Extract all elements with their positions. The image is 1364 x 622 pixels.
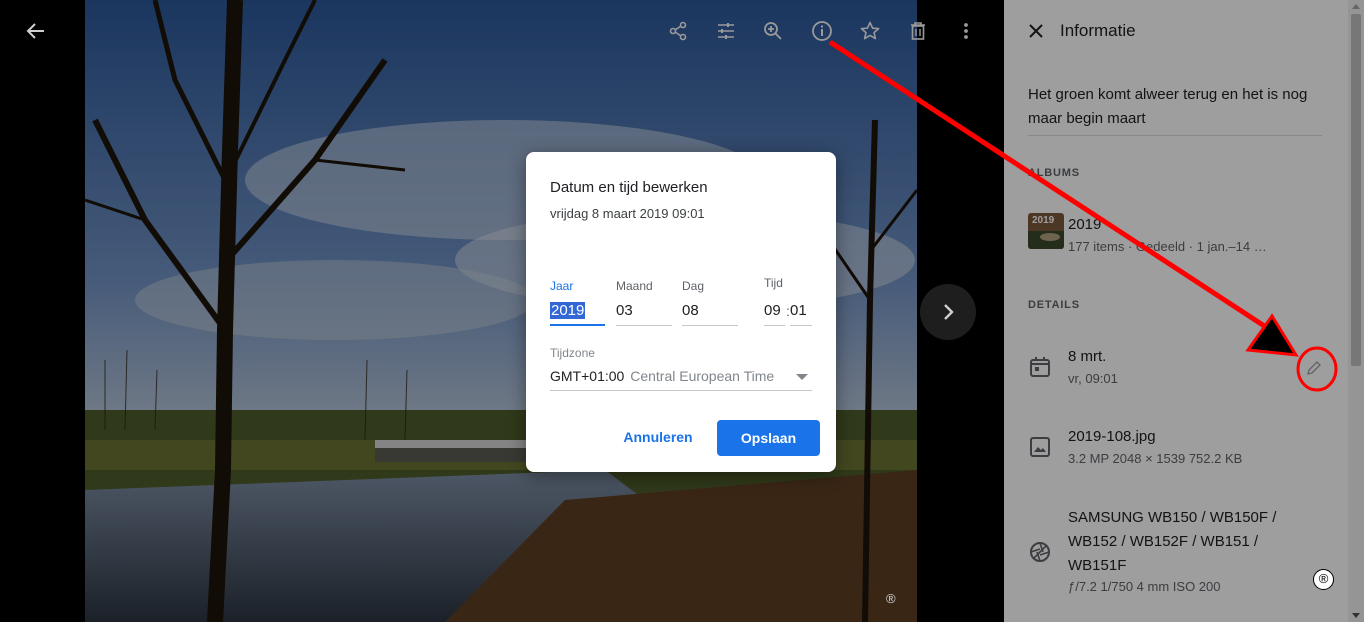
chevron-right-icon (944, 304, 954, 320)
edit-adjust-icon[interactable] (709, 14, 743, 48)
edit-date-time-dialog: Datum en tijd bewerken vrijdag 8 maart 2… (526, 152, 836, 472)
month-field[interactable]: 03 (616, 298, 672, 326)
photo-viewer: ® (0, 0, 1004, 622)
delete-icon[interactable] (901, 14, 935, 48)
registered-mark: ® (1313, 569, 1334, 590)
time-label: Tijd (764, 276, 783, 290)
hour-field[interactable]: 09 (764, 298, 785, 326)
timezone-name: Central European Time (630, 368, 775, 384)
photo-watermark: ® (886, 591, 896, 606)
month-label: Maand (616, 279, 653, 293)
share-icon[interactable] (661, 14, 695, 48)
dialog-title: Datum en tijd bewerken (550, 179, 708, 196)
photo-dim-overlay (0, 0, 1004, 622)
zoom-in-icon[interactable] (756, 14, 790, 48)
timezone-offset: GMT+01:00 (550, 368, 625, 384)
day-label: Dag (682, 279, 705, 293)
timezone-select[interactable]: GMT+01:00 Central European Time (550, 365, 812, 391)
dialog-current-datetime: vrijdag 8 maart 2019 09:01 (550, 206, 705, 221)
next-photo-button[interactable] (920, 284, 976, 340)
dropdown-arrow-icon (796, 374, 808, 380)
minute-field[interactable]: 01 (790, 298, 812, 326)
more-icon[interactable] (949, 14, 983, 48)
timezone-label: Tijdzone (550, 346, 595, 360)
google-photos-window: ® Informatie Het groen komt alweer terug… (0, 0, 1364, 622)
save-button[interactable]: Opslaan (717, 420, 820, 456)
day-field[interactable]: 08 (682, 298, 738, 326)
cancel-button[interactable]: Annuleren (616, 421, 700, 453)
year-value: 2019 (550, 302, 586, 319)
info-icon[interactable] (805, 14, 839, 48)
year-label: Jaar (550, 279, 574, 293)
panel-dim-overlay (1004, 0, 1364, 622)
star-icon[interactable] (853, 14, 887, 48)
back-arrow-icon[interactable] (19, 14, 53, 48)
year-field[interactable]: 2019 (550, 298, 605, 326)
